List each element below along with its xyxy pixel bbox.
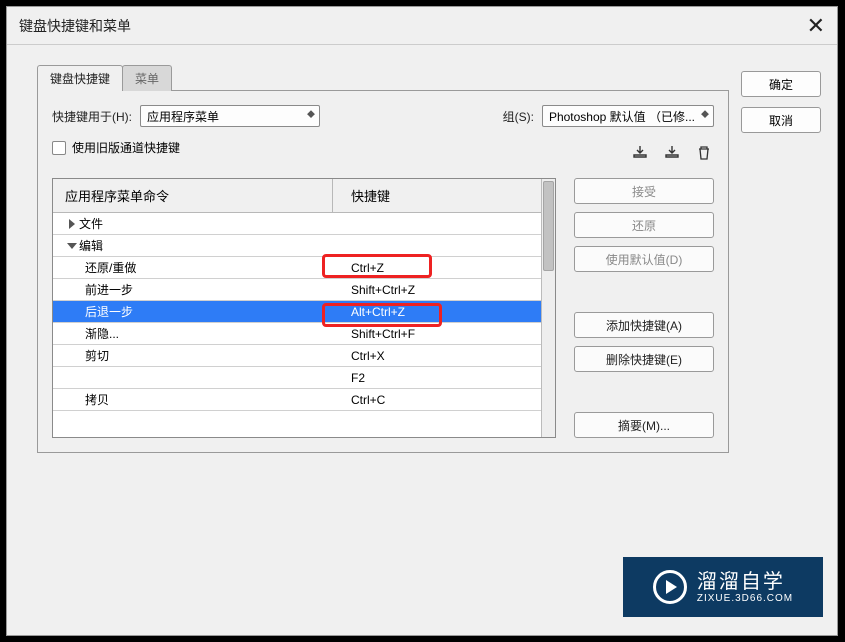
row-shortcut-label: Shift+Ctrl+F <box>333 327 541 341</box>
add-shortcut-button[interactable]: 添加快捷键(A) <box>574 312 714 338</box>
accept-button[interactable]: 接受 <box>574 178 714 204</box>
save-set-as-icon[interactable] <box>662 143 682 163</box>
scrollbar-thumb[interactable] <box>543 181 554 271</box>
set-label: 组(S): <box>503 108 534 125</box>
cancel-button[interactable]: 取消 <box>741 107 821 133</box>
tab-keyboard-shortcuts[interactable]: 键盘快捷键 <box>37 65 123 91</box>
summary-button[interactable]: 摘要(M)... <box>574 412 714 438</box>
table-body: 文件编辑还原/重做 Ctrl+Z 前进一步 Shift+Ctrl+Z 后退一步 Alt+C… <box>53 213 541 411</box>
close-icon[interactable]: ✕ <box>807 13 825 39</box>
table-row[interactable]: 后退一步 Alt+Ctrl+Z <box>53 301 541 323</box>
tabs: 键盘快捷键 菜单 <box>37 65 729 91</box>
row-command-label: 还原/重做 <box>85 259 136 276</box>
save-set-icon[interactable] <box>630 143 650 163</box>
undo-button[interactable]: 还原 <box>574 212 714 238</box>
dialog-content: 键盘快捷键 菜单 快捷键用于(H): 应用程序菜单 组(S): Photosho… <box>7 45 837 469</box>
table-row[interactable]: 还原/重做 Ctrl+Z <box>53 257 541 279</box>
legacy-checkbox-row[interactable]: 使用旧版通道快捷键 <box>52 139 180 156</box>
shortcuts-table: 应用程序菜单命令 快捷键 文件编辑还原/重做 Ctrl+Z 前进一步 Shift+Ct… <box>52 178 556 438</box>
row-shortcut-label: Ctrl+C <box>333 393 541 407</box>
row-shortcut-label: Shift+Ctrl+Z <box>333 283 541 297</box>
row-shortcut-label: Ctrl+Z <box>333 261 541 275</box>
delete-shortcut-button[interactable]: 删除快捷键(E) <box>574 346 714 372</box>
legacy-checkbox-label: 使用旧版通道快捷键 <box>72 139 180 156</box>
table-row[interactable]: F2 <box>53 367 541 389</box>
ok-button[interactable]: 确定 <box>741 71 821 97</box>
tab-menus[interactable]: 菜单 <box>122 65 172 91</box>
panel-body: 快捷键用于(H): 应用程序菜单 组(S): Photoshop 默认值 （已修… <box>37 90 729 453</box>
table-actions-wrap: 应用程序菜单命令 快捷键 文件编辑还原/重做 Ctrl+Z 前进一步 Shift+Ct… <box>52 178 714 438</box>
row-command-label: 文件 <box>79 215 103 232</box>
table-row[interactable]: 剪切 Ctrl+X <box>53 345 541 367</box>
row-shortcut-label: Ctrl+X <box>333 349 541 363</box>
watermark-url: ZIXUE.3D66.COM <box>697 593 793 604</box>
watermark: 溜溜自学 ZIXUE.3D66.COM <box>623 557 823 617</box>
second-row: 使用旧版通道快捷键 <box>52 139 714 166</box>
row-command-label: 编辑 <box>79 237 103 254</box>
table-row[interactable]: 渐隐... Shift+Ctrl+F <box>53 323 541 345</box>
dialog-window: 键盘快捷键和菜单 ✕ 键盘快捷键 菜单 快捷键用于(H): 应用程序菜单 组(S… <box>6 6 838 636</box>
main-panel: 键盘快捷键 菜单 快捷键用于(H): 应用程序菜单 组(S): Photosho… <box>37 65 729 453</box>
titlebar: 键盘快捷键和菜单 ✕ <box>7 7 837 45</box>
table-row[interactable]: 编辑 <box>53 235 541 257</box>
col-command: 应用程序菜单命令 <box>53 179 333 212</box>
dialog-title: 键盘快捷键和菜单 <box>19 16 131 36</box>
row-shortcut-label: Alt+Ctrl+Z <box>333 305 541 319</box>
watermark-text: 溜溜自学 ZIXUE.3D66.COM <box>697 571 793 604</box>
play-icon <box>653 570 687 604</box>
watermark-brand: 溜溜自学 <box>697 571 793 593</box>
row-command-label: 前进一步 <box>85 281 133 298</box>
checkbox-icon[interactable] <box>52 141 66 155</box>
row-command-label: 剪切 <box>85 347 109 364</box>
trash-icon[interactable] <box>694 143 714 163</box>
chevron-right-icon[interactable] <box>69 219 75 229</box>
use-default-button[interactable]: 使用默认值(D) <box>574 246 714 272</box>
table-row[interactable]: 拷贝 Ctrl+C <box>53 389 541 411</box>
row-command-label: 拷贝 <box>85 391 109 408</box>
row-command-label: 后退一步 <box>85 303 133 320</box>
shortcuts-for-label: 快捷键用于(H): <box>52 108 132 125</box>
set-icons <box>630 143 714 163</box>
row-command-label: 渐隐... <box>85 325 119 342</box>
table-header: 应用程序菜单命令 快捷键 <box>53 179 541 213</box>
set-value: Photoshop 默认值 （已修... <box>549 108 695 125</box>
col-shortcut: 快捷键 <box>333 179 541 212</box>
side-panel: 确定 取消 <box>741 65 821 453</box>
row-shortcut-label: F2 <box>333 371 541 385</box>
table-row[interactable]: 前进一步 Shift+Ctrl+Z <box>53 279 541 301</box>
scrollbar[interactable] <box>541 179 555 437</box>
shortcuts-for-value: 应用程序菜单 <box>147 108 219 125</box>
table-scroll: 应用程序菜单命令 快捷键 文件编辑还原/重做 Ctrl+Z 前进一步 Shift+Ct… <box>53 179 541 437</box>
top-row: 快捷键用于(H): 应用程序菜单 组(S): Photoshop 默认值 （已修… <box>52 105 714 127</box>
set-select[interactable]: Photoshop 默认值 （已修... <box>542 105 714 127</box>
chevron-down-icon[interactable] <box>67 243 77 249</box>
table-row[interactable]: 文件 <box>53 213 541 235</box>
shortcuts-for-select[interactable]: 应用程序菜单 <box>140 105 320 127</box>
action-panel: 接受 还原 使用默认值(D) 添加快捷键(A) 删除快捷键(E) 摘要(M)..… <box>574 178 714 438</box>
